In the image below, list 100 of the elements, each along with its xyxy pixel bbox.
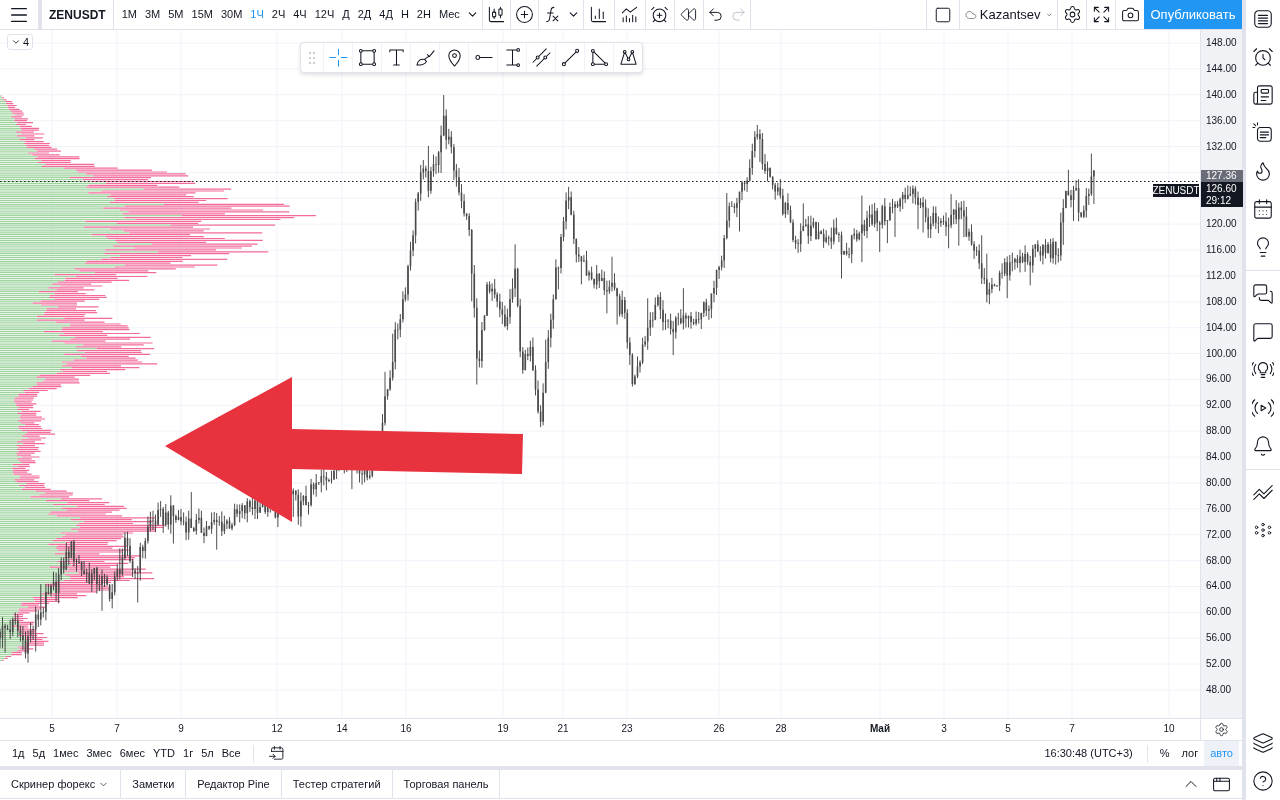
triangle-icon[interactable] <box>589 48 609 67</box>
time-label: 7 <box>114 722 120 736</box>
layers-icon[interactable] <box>1252 732 1274 754</box>
parallel-channel-icon[interactable] <box>531 48 551 67</box>
price-label: 96.00 <box>1206 372 1232 387</box>
plus-circle-icon[interactable] <box>514 5 534 24</box>
panel-tab[interactable]: Тестер стратегий <box>281 770 393 798</box>
candles-icon[interactable] <box>486 5 506 24</box>
time-label: 3 <box>941 722 947 736</box>
square-icon[interactable] <box>934 5 952 24</box>
price-label: 80.00 <box>1206 475 1232 490</box>
undo-icon[interactable] <box>706 6 724 23</box>
line-chart-icon[interactable] <box>620 5 640 24</box>
price-label: 64.00 <box>1206 579 1232 594</box>
price-label: 108.00 <box>1206 294 1237 309</box>
trend-line-icon[interactable] <box>560 48 580 67</box>
countdown-timer: 29:12 <box>1206 195 1233 206</box>
range-button[interactable]: 1д <box>8 741 29 766</box>
interval-button[interactable]: 1М <box>117 0 141 29</box>
range-button[interactable]: 5л <box>197 741 218 766</box>
interval-button[interactable]: 2Д <box>353 0 376 29</box>
price-label: 72.00 <box>1206 527 1232 542</box>
interval-button[interactable]: Д <box>338 0 354 29</box>
lightbulb-signal-icon[interactable] <box>1252 359 1274 381</box>
fullscreen-icon[interactable] <box>1091 5 1111 24</box>
interval-button[interactable]: 3М <box>140 0 165 29</box>
interval-button[interactable]: 4Д <box>375 0 397 29</box>
broadcast-icon[interactable] <box>1252 397 1274 419</box>
list-sparkle-icon[interactable] <box>1252 122 1274 144</box>
interval-button[interactable]: 4Ч <box>289 0 311 29</box>
price-label: 136.00 <box>1206 113 1237 128</box>
chat-bubble-icon[interactable] <box>1252 321 1274 343</box>
price-label: 60.00 <box>1206 605 1232 620</box>
time-label: 5 <box>1005 722 1011 736</box>
panel-tab[interactable]: Редактор Pine <box>186 770 282 798</box>
crosshair-icon[interactable] <box>328 48 348 67</box>
newspaper-icon[interactable] <box>1252 84 1274 106</box>
interval-button[interactable]: 15М <box>187 0 217 29</box>
price-label: 132.00 <box>1206 139 1237 154</box>
calendar-arrow-icon[interactable] <box>268 745 286 762</box>
last-price-tag: 127.36 <box>1201 170 1243 182</box>
panel-tab[interactable]: Торговая панель <box>392 770 501 798</box>
time-label: 12 <box>271 722 283 736</box>
range-button[interactable]: 3мес <box>82 741 116 766</box>
timezone-button[interactable]: 16:30:48 (UTC+3) <box>1036 741 1141 766</box>
camera-icon[interactable] <box>1120 5 1140 24</box>
time-label: 7 <box>1069 722 1075 736</box>
grip-icon[interactable] <box>309 51 315 64</box>
price-label: 52.00 <box>1206 657 1232 672</box>
price-label: 88.00 <box>1206 424 1232 439</box>
time-label: 23 <box>621 722 633 736</box>
text-tool-icon[interactable] <box>386 48 406 67</box>
range-button[interactable]: 1мес <box>49 741 83 766</box>
price-label: 120.00 <box>1206 217 1237 232</box>
price-label: 56.00 <box>1206 631 1232 646</box>
interval-button[interactable]: Мес <box>434 0 464 29</box>
time-label: 26 <box>713 722 725 736</box>
settings-icon[interactable] <box>1062 5 1082 24</box>
interval-button[interactable]: 2Ч <box>267 0 290 29</box>
rewind-icon[interactable] <box>680 6 698 23</box>
pattern-icon[interactable] <box>618 48 638 67</box>
interval-button[interactable]: 5М <box>164 0 188 29</box>
time-label: 16 <box>400 722 412 736</box>
price-label: 148.00 <box>1206 36 1237 50</box>
alarm-clock-icon[interactable] <box>1252 46 1274 68</box>
price-label: 92.00 <box>1206 398 1232 413</box>
range-button[interactable]: 5д <box>28 741 50 766</box>
panel-tab[interactable]: Заметки <box>121 770 187 798</box>
panel-tab[interactable]: Скринер форекс <box>0 770 122 798</box>
range-button[interactable]: Все <box>217 741 245 766</box>
symbol-button[interactable]: ZENUSDT <box>42 0 113 29</box>
calendar-icon[interactable] <box>1252 198 1274 220</box>
time-label: Май <box>869 722 891 736</box>
brush-icon[interactable] <box>415 48 435 67</box>
price-label: 100.00 <box>1206 346 1237 361</box>
price-label: 84.00 <box>1206 450 1232 465</box>
interval-button[interactable]: Н <box>396 0 413 29</box>
chat-bubbles-icon[interactable] <box>1252 283 1274 305</box>
interval-button[interactable]: 30М <box>216 0 247 29</box>
layout-button[interactable]: Kazantsev <box>960 0 1057 29</box>
symbol-tag: ZENUSDT <box>1153 184 1199 197</box>
price-label: 48.00 <box>1206 683 1232 697</box>
alarm-plus-icon[interactable] <box>650 5 670 24</box>
interval-button[interactable]: 2Н <box>412 0 435 29</box>
price-label: 112.00 <box>1206 268 1236 283</box>
price-label: 104.00 <box>1206 320 1237 335</box>
collapse-button[interactable]: 4 <box>7 34 34 50</box>
range-button[interactable]: 6мес <box>115 741 150 766</box>
bell-icon[interactable] <box>1252 435 1274 457</box>
interval-button[interactable]: 12Ч <box>310 0 339 29</box>
time-label: 19 <box>497 722 509 736</box>
help-icon[interactable] <box>1252 770 1274 792</box>
list-icon[interactable] <box>1252 8 1274 30</box>
bar-chart-icon[interactable] <box>589 5 609 24</box>
chevron-icon <box>11 37 21 47</box>
time-label: 14 <box>336 722 348 736</box>
rectangle-icon[interactable] <box>357 48 377 67</box>
range-button[interactable]: YTD <box>149 741 180 766</box>
range-button[interactable]: 1г <box>179 741 198 766</box>
price-label: 68.00 <box>1206 553 1232 568</box>
